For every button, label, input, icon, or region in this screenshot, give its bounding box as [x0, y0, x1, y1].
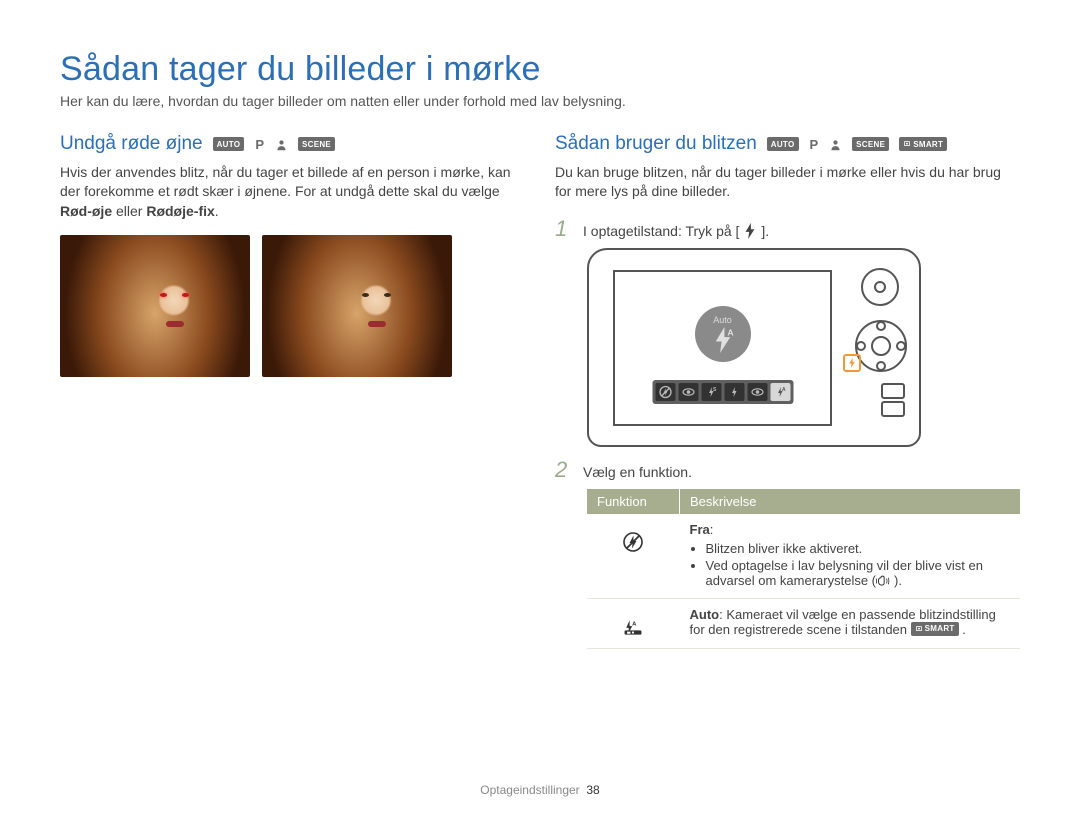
page-footer: Optageindstillinger 38 [0, 783, 1080, 797]
row-auto-text-2: . [959, 622, 966, 637]
smart-badge-inline: SMART [911, 622, 959, 636]
flash-button-highlight [843, 354, 861, 372]
step-2-number: 2 [555, 457, 573, 483]
row-desc-auto: Auto: Kameraet vil vælge en passende bli… [680, 598, 1021, 648]
options-table: Funktion Beskrivelse Fra: [587, 489, 1020, 649]
row-icon-off [587, 514, 680, 599]
row-off-bullet-2: Ved optagelse i lav belysning vil der bl… [706, 558, 1011, 588]
portrait-icon-r [829, 138, 842, 151]
col-head-function: Funktion [587, 489, 680, 514]
left-body-text: Hvis der anvendes blitz, når du tager et… [60, 163, 525, 221]
flash-off-icon [622, 532, 644, 552]
left-section-header: Undgå røde øjne AUTO P SCENE [60, 133, 525, 155]
col-head-description: Beskrivelse [680, 489, 1021, 514]
step-2-text: Vælg en funktion. [583, 464, 692, 480]
right-body-text: Du kan bruge blitzen, når du tager bille… [555, 163, 1020, 202]
mode-scene-badge: SCENE [298, 137, 335, 151]
mode-p-icon-r: P [809, 137, 820, 152]
left-bold-1: Rød-øje [60, 203, 112, 219]
svg-text:S: S [713, 387, 717, 393]
row-icon-auto: A [587, 598, 680, 648]
flash-icon [743, 223, 757, 239]
left-bold-2: Rødøje-fix [146, 203, 214, 219]
right-section-title: Sådan bruger du blitzen [555, 133, 757, 155]
svg-text:A: A [727, 327, 734, 337]
camera-lcd: Auto A S A [613, 270, 832, 426]
bolt-icon: A [712, 327, 734, 353]
smart-badge-inline-label: SMART [925, 624, 955, 633]
two-column-layout: Undgå røde øjne AUTO P SCENE Hvis der an… [60, 133, 1020, 649]
camera-small-btn-1 [881, 383, 905, 399]
flash-option-row: S A [652, 380, 793, 404]
flash-opt-auto-selected: A [770, 383, 790, 401]
flash-opt-redeye-fix [747, 383, 767, 401]
step-2: 2 Vælg en funktion. [555, 457, 1020, 483]
flash-opt-off [655, 383, 675, 401]
page-number: 38 [586, 783, 599, 797]
footer-section: Optageindstillinger [480, 783, 579, 797]
left-column: Undgå røde øjne AUTO P SCENE Hvis der an… [60, 133, 525, 649]
mode-scene-badge-r: SCENE [852, 137, 889, 151]
camera-illustration: Auto A S A [587, 248, 921, 447]
step-1-text: I optagetilstand: Tryk på [ ]. [583, 223, 769, 239]
photo-corrected [262, 235, 452, 377]
svg-text:A: A [782, 387, 786, 393]
left-body-frag-3: . [215, 203, 219, 219]
left-body-frag-2: eller [112, 203, 146, 219]
camera-lens [861, 268, 899, 306]
flash-auto-smart-icon: A [622, 617, 644, 637]
mode-p-icon: P [254, 137, 265, 152]
step-1-frag-2: ]. [761, 223, 769, 239]
mode-smart-badge: SMART [899, 137, 947, 151]
intro-text: Her kan du lære, hvordan du tager billed… [60, 93, 1020, 109]
right-column: Sådan bruger du blitzen AUTO P SCENE SMA… [555, 133, 1020, 649]
row-off-label: Fra [690, 522, 710, 537]
row-auto-label: Auto [690, 607, 720, 622]
camera-dpad [855, 320, 907, 372]
shake-icon [876, 574, 894, 588]
svg-text:A: A [632, 621, 637, 627]
right-section-header: Sådan bruger du blitzen AUTO P SCENE SMA… [555, 133, 1020, 155]
table-row: A Auto: Kameraet vil vælge en passende b… [587, 598, 1020, 648]
step-1-number: 1 [555, 216, 573, 242]
flash-auto-bubble: Auto A [695, 306, 751, 362]
flash-opt-on [724, 383, 744, 401]
camera-small-btn-2 [881, 401, 905, 417]
table-row: Fra: Blitzen bliver ikke aktiveret. Ved … [587, 514, 1020, 599]
page-title: Sådan tager du billeder i mørke [60, 50, 1020, 89]
row-desc-off: Fra: Blitzen bliver ikke aktiveret. Ved … [680, 514, 1021, 599]
left-body-frag-1: Hvis der anvendes blitz, når du tager et… [60, 164, 511, 199]
flash-opt-slow: S [701, 383, 721, 401]
row-off-bullet-1: Blitzen bliver ikke aktiveret. [706, 541, 1011, 556]
flash-auto-label: Auto [713, 315, 732, 325]
photo-red-eye [60, 235, 250, 377]
manual-page: Sådan tager du billeder i mørke Her kan … [0, 0, 1080, 815]
step-1: 1 I optagetilstand: Tryk på [ ]. [555, 216, 1020, 242]
example-photos [60, 235, 525, 377]
step-1-frag-1: I optagetilstand: Tryk på [ [583, 223, 739, 239]
portrait-icon [275, 138, 288, 151]
left-section-title: Undgå røde øjne [60, 133, 203, 155]
mode-smart-label: SMART [913, 140, 943, 149]
mode-auto-badge-r: AUTO [767, 137, 799, 151]
flash-opt-redeye [678, 383, 698, 401]
mode-auto-badge: AUTO [213, 137, 245, 151]
